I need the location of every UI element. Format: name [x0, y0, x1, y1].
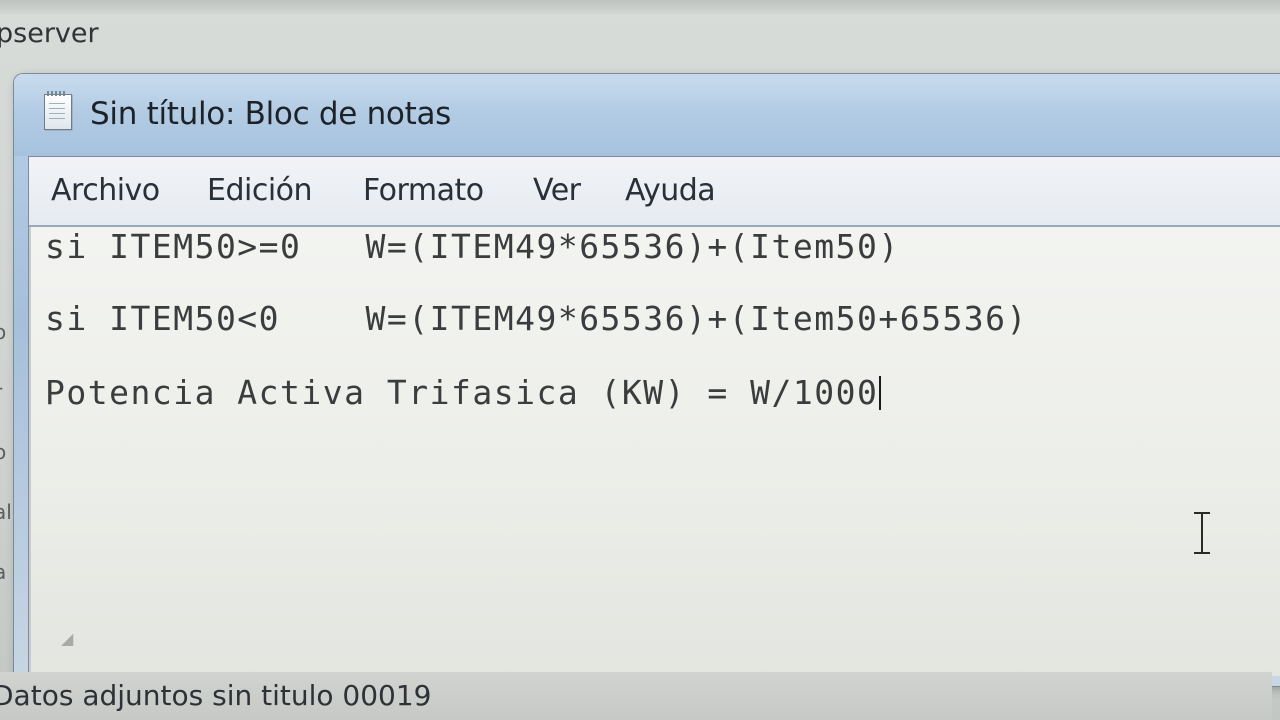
text-line: si ITEM50>=0 W=(ITEM49*65536)+(Item50): [45, 227, 900, 266]
edge-glyph: a: [0, 560, 7, 584]
menu-edicion[interactable]: Edición: [207, 173, 313, 208]
background-window-title: pserver: [0, 14, 1280, 54]
menu-archivo[interactable]: Archivo: [51, 173, 160, 208]
text-line: Potencia Activa Trifasica (KW) = W/1000: [45, 373, 882, 412]
window-client-area: Archivo Edición Formato Ver Ayuda si ITE…: [28, 156, 1280, 676]
notepad-icon[interactable]: [44, 91, 72, 130]
background-window-title-text: pserver: [0, 18, 99, 49]
text-line-content: Potencia Activa Trifasica (KW) = W/1000: [45, 373, 879, 412]
edge-glyph: r: [0, 380, 2, 404]
menu-ver[interactable]: Ver: [533, 173, 581, 208]
menu-formato[interactable]: Formato: [363, 173, 484, 208]
text-line: si ITEM50<0 W=(ITEM49*65536)+(Item50+655…: [45, 299, 1028, 338]
background-status-text: Datos adjuntos sin titulo 00019: [0, 679, 432, 712]
notepad-window[interactable]: Sin título: Bloc de notas Archivo Edició…: [14, 74, 1280, 686]
text-line-content: si ITEM50<0 W=(ITEM49*65536)+(Item50+655…: [45, 299, 1028, 338]
window-title: Sin título: Bloc de notas: [90, 96, 452, 132]
edge-glyph: o: [0, 440, 7, 464]
edge-glyph: o: [0, 320, 7, 344]
menu-ayuda[interactable]: Ayuda: [625, 173, 716, 208]
menu-bar: Archivo Edición Formato Ver Ayuda: [29, 157, 1280, 227]
edge-glyph: al: [0, 500, 12, 524]
resize-grip-icon: ◢: [61, 629, 74, 648]
text-caret: [879, 376, 882, 410]
background-status-bar: Datos adjuntos sin titulo 00019: [0, 672, 1272, 720]
window-titlebar[interactable]: Sin título: Bloc de notas: [14, 74, 1280, 156]
text-ibeam-cursor-icon: [1191, 510, 1213, 556]
text-line-content: si ITEM50>=0 W=(ITEM49*65536)+(Item50): [45, 227, 900, 266]
background-window-edge: [0, 0, 1280, 14]
text-editor-area[interactable]: si ITEM50>=0 W=(ITEM49*65536)+(Item50) s…: [29, 227, 1280, 676]
desktop-screen: pserver o r o al a Sin título: Bloc de n…: [0, 0, 1280, 720]
